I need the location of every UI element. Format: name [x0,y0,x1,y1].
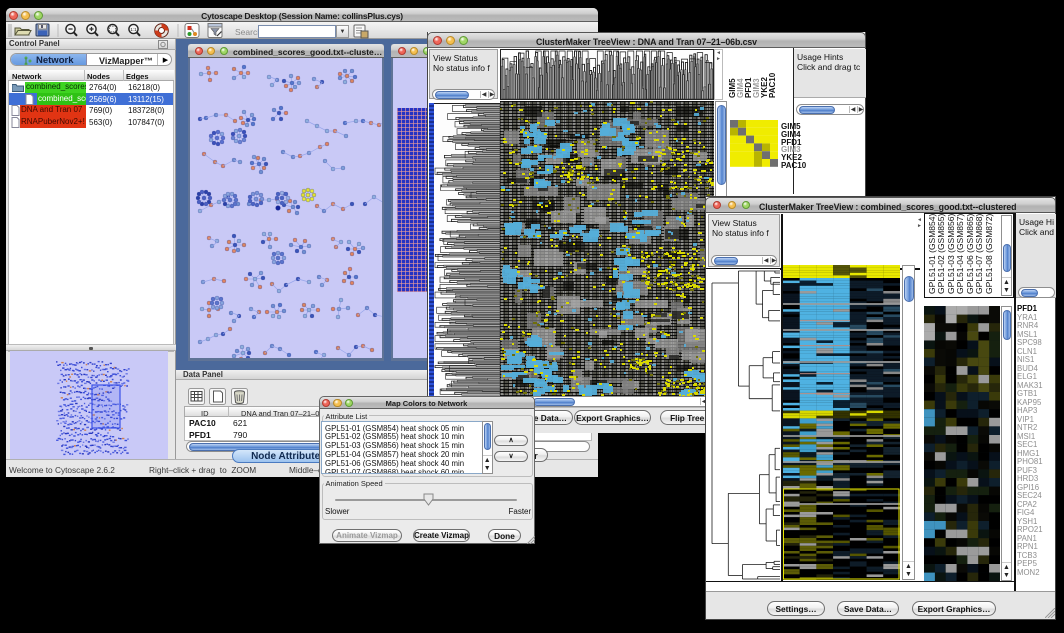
svg-text:1:1: 1:1 [130,27,137,32]
